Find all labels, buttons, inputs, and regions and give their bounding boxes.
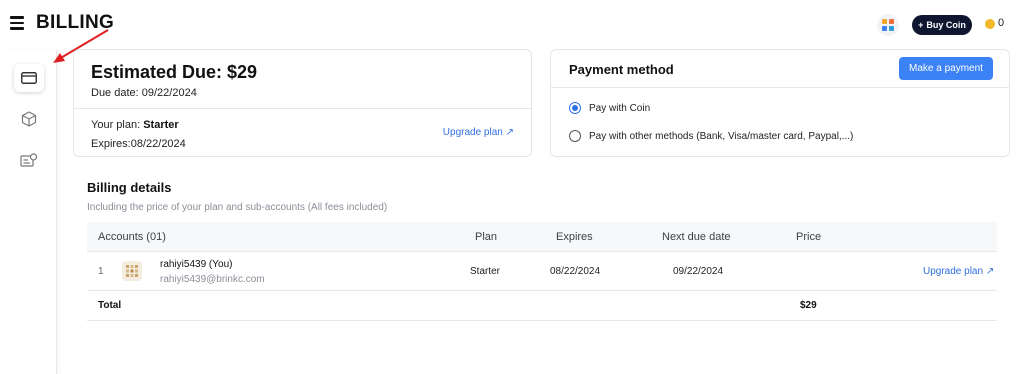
- avatar: [122, 261, 142, 281]
- payment-method-title: Payment method: [569, 62, 674, 77]
- plan-label: Your plan:: [91, 119, 144, 131]
- row-index: 1: [98, 266, 104, 277]
- current-plan: Your plan: Starter: [91, 119, 179, 131]
- buy-coin-button[interactable]: + Buy Coin: [912, 15, 972, 35]
- coin-balance: 0: [998, 17, 1005, 29]
- total-label: Total: [98, 300, 122, 311]
- credit-card-icon: [21, 72, 37, 84]
- sidebar-item-sub-accounts[interactable]: [14, 146, 44, 174]
- table-row: 1 rahiyi5439 (You) rahiyi5439@brinkc.com…: [87, 252, 997, 291]
- id-card-icon: [20, 153, 38, 167]
- plus-icon: +: [918, 20, 924, 30]
- account-email: rahiyi5439@brinkc.com: [160, 274, 265, 285]
- row-plan: Starter: [470, 266, 501, 277]
- due-date: Due date: 09/22/2024: [91, 87, 197, 99]
- payment-option-label: Pay with Coin: [589, 102, 651, 114]
- estimated-due-title: Estimated Due: $29: [91, 62, 258, 82]
- billing-details-subtitle: Including the price of your plan and sub…: [87, 202, 388, 213]
- hamburger-menu-icon[interactable]: [10, 16, 24, 30]
- radio-button-checked[interactable]: [569, 102, 581, 114]
- total-value: $29: [800, 300, 817, 311]
- column-header-accounts: Accounts (01): [98, 231, 166, 243]
- coin-icon: [985, 19, 995, 29]
- payment-option-coin[interactable]: Pay with Coin: [569, 102, 650, 114]
- column-header-next-due-date: Next due date: [662, 231, 731, 243]
- payment-option-other[interactable]: Pay with other methods (Bank, Visa/maste…: [569, 130, 853, 142]
- sidebar: [0, 50, 57, 374]
- box-icon: [21, 111, 37, 127]
- sidebar-item-billing[interactable]: [14, 64, 44, 92]
- make-payment-button[interactable]: Make a payment: [899, 57, 993, 80]
- billing-details-title: Billing details: [87, 180, 172, 195]
- estimated-due-card: Estimated Due: $29 Due date: 09/22/2024 …: [73, 49, 532, 157]
- plan-expires: Expires:08/22/2024: [91, 138, 186, 150]
- payment-method-card: Payment method Make a payment Pay with C…: [550, 49, 1010, 157]
- apps-icon[interactable]: [877, 14, 899, 36]
- row-next-due-date: 09/22/2024: [673, 266, 724, 277]
- divider: [74, 108, 531, 109]
- table-total-row: Total $29: [87, 291, 997, 321]
- plan-value: Starter: [143, 119, 179, 131]
- column-header-expires: Expires: [556, 231, 593, 243]
- payment-option-label: Pay with other methods (Bank, Visa/maste…: [589, 130, 854, 142]
- row-expires: 08/22/2024: [550, 266, 601, 277]
- top-bar: BILLING + Buy Coin 0: [0, 0, 1024, 48]
- column-header-plan: Plan: [475, 231, 498, 243]
- table-header: Accounts (01) Plan Expires Next due date…: [87, 222, 997, 252]
- column-header-price: Price: [796, 231, 822, 243]
- row-upgrade-plan-link[interactable]: Upgrade plan ↗: [923, 266, 994, 277]
- upgrade-plan-link[interactable]: Upgrade plan ↗: [443, 127, 514, 138]
- divider: [551, 87, 1009, 88]
- account-name: rahiyi5439 (You): [160, 259, 233, 270]
- sidebar-item-packages[interactable]: [14, 105, 44, 133]
- radio-button[interactable]: [569, 130, 581, 142]
- buy-coin-label: Buy Coin: [926, 20, 966, 30]
